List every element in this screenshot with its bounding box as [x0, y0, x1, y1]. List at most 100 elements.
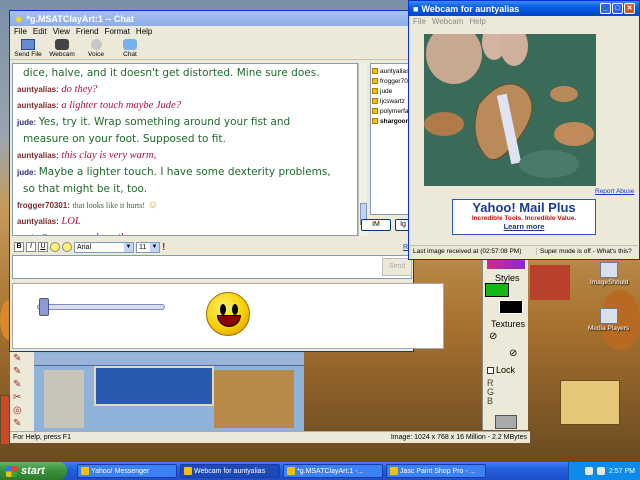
webcam-label: Webcam — [49, 51, 75, 58]
report-abuse-link[interactable]: Report Abuse — [595, 188, 634, 195]
last-image-status: Last image received at (02:57:08 PM) — [413, 248, 522, 255]
message-text: now we bury the pen — [61, 232, 148, 235]
user-status-icon — [372, 88, 378, 94]
foreground-swatch[interactable] — [485, 283, 509, 297]
paint-brush-icon[interactable]: ✎ ✎ ✎ ✂ ◎ ✎ — [10, 352, 34, 430]
styles-label: Styles — [495, 273, 520, 283]
chat-message: dice, halve, and it doesn't get distorte… — [17, 65, 353, 82]
message-text: this clay is very warm, — [61, 150, 157, 161]
webcam-icon — [55, 39, 69, 50]
room-user[interactable]: auntyalias — [372, 66, 412, 76]
close-button[interactable]: ✕ — [624, 3, 635, 14]
webcam-titlebar[interactable]: ■ Webcam for auntyalias _ □ ✕ — [409, 1, 639, 16]
room-user[interactable]: jude — [372, 86, 412, 96]
start-button[interactable]: start — [0, 462, 67, 480]
overview-thumbnail[interactable] — [495, 415, 517, 429]
minimize-button[interactable]: _ — [600, 3, 611, 14]
lock-checkbox[interactable] — [487, 366, 494, 374]
chat-transcript[interactable]: dice, halve, and it doesn't get distorte… — [12, 63, 358, 236]
psp-tool-palette[interactable]: ✎ ✎ ✎ ✂ ◎ ✎ — [10, 352, 34, 432]
desktop-icon-imageshould[interactable]: ImageShould — [590, 262, 628, 286]
menu-help[interactable]: Help — [469, 17, 485, 27]
room-user[interactable]: ljcswartz — [372, 96, 412, 106]
emoticon-icon[interactable] — [50, 242, 60, 252]
room-user[interactable]: polymerfair — [372, 106, 412, 116]
user-status-icon — [372, 118, 378, 124]
tray-icon[interactable] — [596, 467, 605, 475]
message-text: that looks like it hurts! — [72, 201, 145, 210]
volume-slider-track[interactable] — [37, 304, 165, 310]
chat-message: measure on your foot. Supposed to fit. — [17, 131, 353, 148]
super-mode-status[interactable]: Super mode is off - What's this? — [536, 248, 632, 255]
menu-file[interactable]: File — [14, 27, 27, 37]
message-input[interactable]: Send — [12, 255, 412, 279]
voice-button[interactable]: Voice — [82, 39, 110, 58]
no-texture-icon[interactable]: ⊘ — [509, 348, 517, 359]
psp-canvas[interactable] — [34, 352, 304, 432]
mail-plus-ad[interactable]: Yahoo! Mail Plus Incredible Tools. Incre… — [452, 199, 596, 235]
chat-label: Chat — [123, 51, 137, 58]
menu-edit[interactable]: Edit — [33, 27, 47, 37]
desktop-icon-media-players[interactable]: Media Players — [588, 308, 629, 332]
clock[interactable]: 2:57 PM — [609, 468, 635, 475]
message-text: Maybe a lighter touch. I have some dexte… — [38, 166, 331, 178]
menu-webcam[interactable]: Webcam — [432, 17, 463, 27]
im-button[interactable]: IM — [361, 219, 391, 231]
user-name: auntyalias — [380, 67, 410, 75]
smiley-icon — [206, 292, 250, 336]
message-text: so that might be it, too. — [23, 183, 148, 195]
media-player-icon — [599, 308, 618, 324]
chat-icon — [287, 467, 295, 475]
user-status-icon — [372, 78, 378, 84]
room-user[interactable]: frogger7030 — [372, 76, 412, 86]
chat-button[interactable]: Chat — [116, 39, 144, 58]
background-swatch[interactable] — [499, 300, 523, 314]
audible-icon[interactable] — [62, 242, 72, 252]
task-yahoo-messenger[interactable]: Yahoo! Messenger — [77, 464, 177, 478]
voice-label: Voice — [88, 51, 104, 58]
user-status-icon — [372, 98, 378, 104]
no-texture-icon[interactable]: ⊘ — [489, 331, 497, 342]
painted-house — [560, 380, 620, 425]
webcam-app-icon: ■ — [413, 3, 419, 14]
windows-logo-icon — [6, 465, 17, 477]
menu-help[interactable]: Help — [136, 27, 152, 37]
font-size-select[interactable]: 11 ▼ — [136, 241, 160, 253]
message-sender: frogger70301: — [17, 201, 70, 210]
tray-icon[interactable] — [584, 467, 593, 475]
maximize-button[interactable]: □ — [612, 3, 623, 14]
chat-message: auntyalias: LOL — [17, 214, 353, 230]
message-sender: auntyalias: — [17, 217, 59, 226]
textures-label: Textures — [491, 319, 526, 329]
chat-message: jude: Maybe a lighter touch. I have some… — [17, 164, 353, 181]
task-chat[interactable]: *g.MSATClayArt:1 -... — [283, 464, 383, 478]
desktop-icon-label: ImageShould — [590, 279, 629, 286]
underline-button[interactable]: U — [38, 242, 48, 252]
message-text: measure on your foot. Supposed to fit. — [23, 133, 226, 145]
menu-file[interactable]: File — [413, 17, 426, 27]
chat-titlebar[interactable]: ☻ *g.MSATClayArt:1 -- Chat — [10, 11, 413, 26]
send-button[interactable]: Send — [382, 258, 412, 276]
menu-format[interactable]: Format — [105, 27, 130, 37]
menu-friend[interactable]: Friend — [76, 27, 99, 37]
buzz-icon[interactable]: ! — [162, 242, 165, 253]
room-user[interactable]: shargoon — [372, 116, 412, 126]
learn-more-link[interactable]: Learn more — [453, 222, 595, 231]
font-select[interactable]: Arial ▼ — [74, 241, 134, 253]
webcam-button[interactable]: Webcam — [48, 39, 76, 58]
chevron-down-icon: ▼ — [124, 242, 133, 252]
user-status-icon — [372, 108, 378, 114]
webcam-status-bar: Last image received at (02:57:08 PM) Sup… — [410, 245, 638, 257]
italic-button[interactable]: I — [26, 242, 36, 252]
message-sender: auntyalias: — [17, 101, 59, 110]
send-file-button[interactable]: Send File — [14, 39, 42, 58]
transcript-scrollbar[interactable] — [358, 63, 367, 236]
bold-button[interactable]: B — [14, 242, 24, 252]
menu-view[interactable]: View — [53, 27, 70, 37]
task-paint-shop-pro[interactable]: Jasc Paint Shop Pro - ... — [386, 464, 486, 478]
task-webcam[interactable]: Webcam for auntyalias — [180, 464, 280, 478]
webcam-window: ■ Webcam for auntyalias _ □ ✕ File Webca… — [408, 0, 640, 260]
volume-slider-knob[interactable] — [39, 298, 49, 316]
message-sender: jude: — [17, 168, 37, 177]
yahoo-icon — [81, 467, 89, 475]
